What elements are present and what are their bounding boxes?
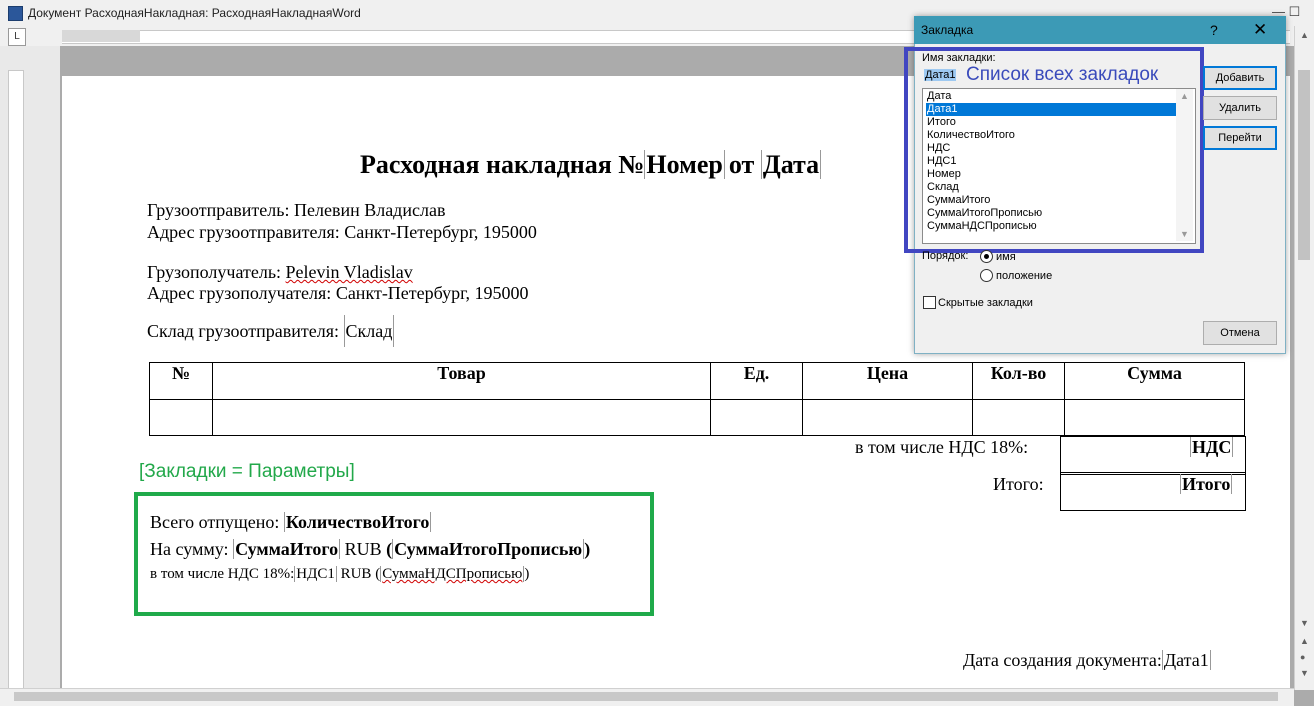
sort-by-name-radio[interactable] — [980, 250, 993, 263]
consignee-address-label: Адрес грузополучателя: — [147, 283, 332, 303]
table-cell[interactable] — [212, 399, 711, 436]
bookmark-vat-words[interactable]: СуммаНДСПрописью — [380, 566, 525, 582]
sort-by-position-label[interactable]: положение — [996, 270, 1052, 282]
sort-by-position-radio[interactable] — [980, 269, 993, 282]
add-button[interactable]: Добавить — [1203, 66, 1277, 90]
title-mid: от — [728, 150, 755, 179]
sum-line: На сумму: СуммаИтого RUB (СуммаИтогоПроп… — [150, 539, 591, 559]
bookmark-number[interactable]: Номер — [644, 150, 725, 179]
released-line: Всего отпущено: КоличествоИтого — [150, 512, 432, 533]
tab-selector-icon[interactable]: L — [8, 28, 26, 46]
delete-button[interactable]: Удалить — [1203, 96, 1277, 120]
hidden-bookmarks-label[interactable]: Скрытые закладки — [938, 297, 1033, 309]
created-line: Дата создания документа: Дата1 — [963, 650, 1211, 671]
table-cell[interactable] — [710, 399, 803, 436]
bookmark-vat1[interactable]: НДС1 — [294, 566, 337, 582]
vat-line-label: в том числе НДС 18%: — [150, 566, 295, 582]
total-value[interactable]: Итого — [1180, 474, 1233, 494]
annotation-blue-box — [904, 47, 1204, 253]
bookmark-vat[interactable]: НДС — [1190, 437, 1234, 458]
table-cell[interactable] — [149, 399, 213, 436]
close-icon[interactable]: ✕ — [1253, 20, 1267, 40]
table-cell[interactable] — [1064, 399, 1245, 436]
page-down-icon[interactable]: ▼ — [1300, 668, 1309, 678]
vat-label: в том числе НДС 18%: — [855, 437, 1029, 457]
bookmark-sum-words[interactable]: СуммаИтогоПрописью — [392, 539, 585, 559]
table-header-cell: № — [149, 362, 213, 400]
goods-table: № Товар Ед. Цена Кол-во Сумма — [149, 362, 1245, 436]
table-header-cell: Сумма — [1064, 362, 1245, 400]
shipper-line: Грузоотправитель: Пелевин Владислав — [147, 200, 445, 221]
shipper-address-line: Адрес грузоотправителя: Санкт-Петербург,… — [147, 222, 537, 243]
horizontal-scroll-thumb[interactable] — [14, 692, 1278, 701]
table-cell[interactable] — [802, 399, 973, 436]
consignee-address-line: Адрес грузополучателя: Санкт-Петербург, … — [147, 283, 528, 304]
help-icon[interactable]: ? — [1210, 22, 1218, 38]
warehouse-label: Склад грузоотправителя: — [147, 321, 340, 341]
hidden-bookmarks-checkbox[interactable] — [923, 296, 936, 309]
vat-words-line: в том числе НДС 18%: НДС1 RUB (СуммаНДСПр… — [150, 566, 530, 582]
scroll-up-icon[interactable]: ▲ — [1300, 30, 1309, 40]
vat-value[interactable]: НДС — [1190, 437, 1234, 457]
table-cell[interactable] — [972, 399, 1065, 436]
bookmark-date[interactable]: Дата — [760, 150, 822, 179]
bookmark-total[interactable]: Итого — [1180, 474, 1233, 495]
document-title: Расходная накладная №Номер от Дата — [360, 150, 822, 180]
consignee-line: Грузополучатель: Pelevin Vladislav — [147, 262, 413, 283]
consignee-label: Грузополучатель: — [147, 262, 282, 282]
ruler-margin — [62, 30, 140, 42]
bookmark-date1[interactable]: Дата1 — [1161, 650, 1211, 670]
window-title: Документ РасходнаяНакладная: РасходнаяНа… — [28, 6, 361, 20]
sort-label: Порядок: — [922, 250, 969, 262]
app-icon — [8, 6, 23, 21]
cancel-button[interactable]: Отмена — [1203, 321, 1277, 345]
browse-object-icon[interactable]: ● — [1300, 652, 1305, 662]
page-up-icon[interactable]: ▲ — [1300, 636, 1309, 646]
currency: RUB — [340, 566, 372, 582]
bookmark-quantity-total[interactable]: КоличествоИтого — [283, 512, 432, 532]
sort-by-name-label[interactable]: имя — [996, 251, 1016, 263]
table-header-row: № Товар Ед. Цена Кол-во Сумма — [149, 362, 1245, 400]
warehouse-line: Склад грузоотправителя: Склад — [147, 315, 395, 347]
shipper-address-label: Адрес грузоотправителя: — [147, 222, 340, 242]
goto-button[interactable]: Перейти — [1203, 126, 1277, 150]
vertical-scroll-thumb[interactable] — [1298, 70, 1310, 260]
sum-label: На сумму: — [150, 539, 229, 559]
bookmark-sum-total[interactable]: СуммаИтого — [233, 539, 341, 559]
consignee-value: Pelevin Vladislav — [285, 262, 413, 282]
vertical-ruler[interactable] — [8, 70, 24, 692]
table-header-cell: Товар — [212, 362, 711, 400]
shipper-address-value: Санкт-Петербург, 195000 — [344, 222, 537, 242]
created-label: Дата создания документа: — [963, 650, 1162, 670]
dialog-title: Закладка — [921, 23, 974, 37]
title-prefix: Расходная накладная № — [360, 150, 645, 179]
total-label: Итого: — [993, 474, 1044, 494]
table-row — [149, 399, 1245, 436]
table-header-cell: Цена — [802, 362, 973, 400]
shipper-value: Пелевин Владислав — [293, 200, 446, 220]
consignee-address-value: Санкт-Петербург, 195000 — [335, 283, 529, 303]
table-header-cell: Ед. — [710, 362, 803, 400]
annotation-green-note: [Закладки = Параметры] — [139, 461, 355, 482]
bookmark-warehouse[interactable]: Склад — [343, 315, 395, 347]
currency: RUB — [344, 539, 382, 559]
table-header-cell: Кол-во — [972, 362, 1065, 400]
released-label: Всего отпущено: — [150, 512, 280, 532]
shipper-label: Грузоотправитель: — [147, 200, 290, 220]
scroll-down-icon[interactable]: ▼ — [1300, 618, 1309, 628]
